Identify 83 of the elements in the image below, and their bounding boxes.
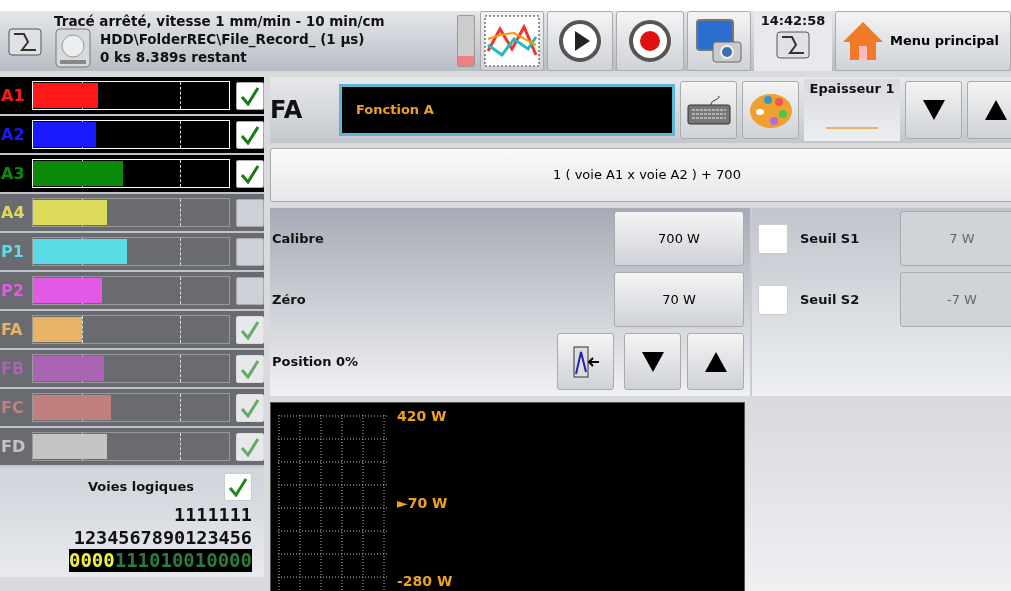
- position-label: Position 0%: [272, 352, 359, 371]
- down-arrow-icon: [921, 99, 946, 121]
- channel-checkbox[interactable]: [236, 276, 264, 305]
- logic-channels-title: Voies logiques: [87, 478, 194, 497]
- play-button[interactable]: [547, 11, 613, 71]
- up-arrow-icon: [703, 350, 728, 373]
- down-button[interactable]: [624, 333, 681, 390]
- scale-label: ►70 W: [397, 494, 448, 513]
- function-code: FA: [270, 95, 304, 126]
- channel-label: FB: [0, 357, 26, 380]
- checkmark-icon: [240, 436, 260, 457]
- formula-button[interactable]: 1 ( voie A1 x voie A2 ) + 700: [270, 148, 1011, 202]
- chart-button[interactable]: [480, 11, 544, 71]
- threshold-value-button[interactable]: -7 W: [900, 272, 1011, 327]
- channel-checkbox[interactable]: [236, 81, 264, 110]
- function-name-field[interactable]: Fonction A: [339, 84, 675, 136]
- play-icon: [558, 19, 602, 63]
- file-path-text: HDD\FolderREC\File_Record_ (1 µs): [100, 31, 365, 48]
- channel-label: P1: [0, 240, 25, 263]
- checkmark-icon: [240, 124, 260, 145]
- threshold-label: Seuil S2: [800, 290, 860, 309]
- channel-label: A4: [0, 201, 26, 224]
- status-text: Tracé arrêté, vitesse 1 mm/min - 10 min/cm: [54, 13, 385, 30]
- up-button[interactable]: [687, 333, 744, 390]
- record-button[interactable]: [616, 11, 684, 71]
- threshold-value-button[interactable]: 7 W: [900, 211, 1011, 266]
- setting-label: Zéro: [272, 290, 306, 309]
- setting-label: Calibre: [272, 229, 324, 248]
- clock-text: 14:42:58: [760, 12, 826, 30]
- hard-drive-icon: [54, 27, 92, 69]
- channel-checkbox[interactable]: [236, 237, 264, 266]
- palette-button[interactable]: [742, 81, 799, 139]
- channel-label: P2: [0, 279, 25, 302]
- channel-checkbox[interactable]: [236, 159, 264, 188]
- checkmark-icon: [240, 163, 260, 184]
- down-button[interactable]: [905, 81, 962, 139]
- scale-label: -280 W: [397, 572, 453, 591]
- waveform-arrow-icon: [571, 345, 600, 378]
- checkmark-icon: [240, 397, 260, 418]
- checkmark-icon: [240, 358, 260, 379]
- channel-checkbox[interactable]: [236, 120, 264, 149]
- channel-label: FC: [0, 396, 25, 419]
- keyboard-icon: [686, 95, 731, 125]
- remaining-time-text: 0 ks 8.389s restant: [100, 49, 247, 66]
- recorder-icon: [776, 30, 810, 59]
- value-button[interactable]: 70 W: [614, 272, 744, 327]
- channel-label: A1: [0, 84, 26, 107]
- threshold-label: Seuil S1: [800, 229, 860, 248]
- up-button[interactable]: [967, 81, 1011, 139]
- auto-position-button[interactable]: [557, 333, 614, 390]
- recorder-icon: [8, 28, 42, 56]
- home-icon: [842, 20, 884, 62]
- scale-label: 420 W: [397, 407, 447, 426]
- checkmark-icon: [240, 319, 260, 340]
- channel-track[interactable]: [32, 237, 230, 266]
- battery-icon: [457, 15, 475, 67]
- channel-label: A2: [0, 123, 26, 146]
- threshold-checkbox[interactable]: [758, 284, 788, 315]
- logic-checkbox[interactable]: [224, 473, 252, 501]
- logic-bits-text: 111010010000: [114, 549, 252, 572]
- channel-numbers-text: 1234567890123456: [72, 526, 252, 549]
- keyboard-button[interactable]: [680, 81, 737, 139]
- checkmark-icon: [228, 477, 248, 497]
- channel-numbers-text: 1111111: [173, 503, 252, 526]
- line-thickness-sample: [826, 126, 878, 129]
- channel-track[interactable]: [32, 276, 230, 305]
- logic-bits-text: 0000: [68, 549, 115, 572]
- main-menu-button[interactable]: Menu principal: [835, 11, 1011, 71]
- channel-label: FA: [0, 318, 24, 341]
- screenshot-button[interactable]: [687, 11, 751, 71]
- chart-icon: [484, 15, 540, 67]
- value-button[interactable]: 700 W: [614, 211, 744, 266]
- thickness-label: Epaisseur 1: [809, 80, 895, 98]
- checkmark-icon: [240, 85, 260, 106]
- channel-label: A3: [0, 162, 26, 185]
- record-icon: [628, 19, 672, 63]
- channel-track[interactable]: [32, 198, 230, 227]
- channel-checkbox[interactable]: [236, 198, 264, 227]
- down-arrow-icon: [640, 350, 665, 373]
- channel-label: FD: [0, 435, 27, 458]
- threshold-checkbox[interactable]: [758, 223, 788, 254]
- up-arrow-icon: [983, 99, 1008, 121]
- monitor-camera-icon: [695, 18, 743, 64]
